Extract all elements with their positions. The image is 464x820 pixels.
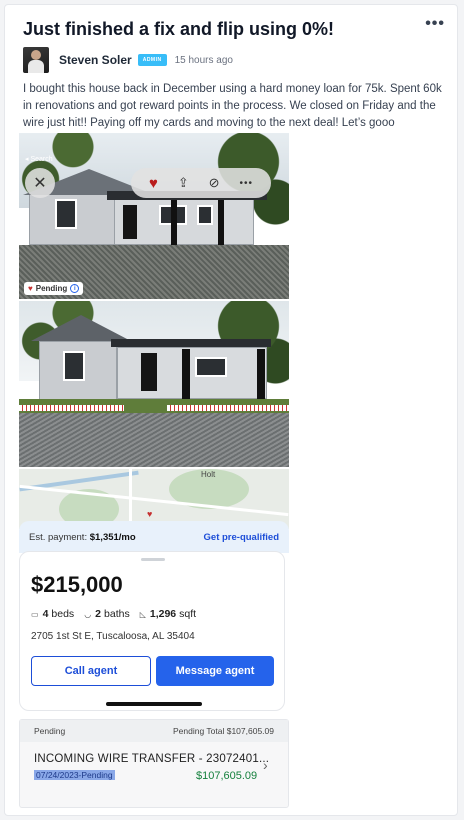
admin-badge: ADMIN [137, 54, 167, 66]
listing-map[interactable]: Holt ♥ [19, 469, 289, 529]
baths-label: baths [104, 608, 130, 620]
call-agent-button[interactable]: Call agent [31, 656, 151, 686]
house-photo-side [19, 301, 289, 467]
listing-screenshot: ◂ Search ✕ ♥ ⇪ ⊘ ••• ♥ Pending i Holt ♥ … [19, 133, 289, 711]
bank-pending-total: Pending Total $107,605.09 [173, 726, 274, 736]
listing-facts: ▭ 4 beds ◡ 2 baths ◺ 1,296 sqft [31, 608, 206, 620]
chevron-right-icon[interactable]: › [263, 757, 268, 773]
payment-label: Est. payment: [29, 531, 88, 543]
beds-fact: ▭ 4 beds [31, 608, 74, 620]
post-time: 15 hours ago [174, 54, 233, 66]
payment-value: $1,351/mo [89, 531, 136, 543]
heart-icon[interactable]: ♥ [149, 175, 158, 192]
listing-price: $215,000 [31, 572, 123, 597]
baths-value: 2 [95, 608, 102, 620]
photo-actions: ♥ ⇪ ⊘ ••• [131, 168, 271, 198]
post-body: I bought this house back in December usi… [23, 83, 442, 129]
share-icon[interactable]: ⇪ [178, 175, 189, 191]
payment-estimate: Est. payment: $1,351/mo [29, 532, 136, 543]
prequalify-link[interactable]: Get pre-qualified [204, 532, 279, 543]
avatar[interactable] [23, 47, 49, 73]
transaction-description[interactable]: INCOMING WIRE TRANSFER - 23072401... [34, 753, 269, 765]
status-chip[interactable]: ♥ Pending i [24, 282, 84, 295]
beds-value: 4 [42, 608, 49, 620]
close-icon[interactable]: ✕ [25, 168, 55, 198]
bank-status: Pending [34, 726, 66, 736]
beds-label: beds [51, 608, 75, 620]
house-photo-front: ◂ Search ✕ ♥ ⇪ ⊘ ••• ♥ Pending i [19, 133, 289, 299]
info-icon[interactable]: i [70, 284, 80, 293]
bath-icon: ◡ [84, 609, 92, 619]
listing-address: 2705 1st St E, Tuscaloosa, AL 35404 [31, 631, 195, 642]
bank-transaction-screenshot: Pending Pending Total $107,605.09 INCOMI… [19, 719, 289, 808]
message-agent-button[interactable]: Message agent [156, 656, 274, 686]
sqft-value: 1,296 [149, 608, 177, 620]
map-place-label: Holt [201, 470, 216, 479]
heart-icon: ♥ [28, 284, 33, 293]
sheet-grabber[interactable] [141, 558, 165, 561]
transaction-date: 07/24/2023-Pending [34, 770, 115, 780]
baths-fact: ◡ 2 baths [84, 608, 130, 620]
payment-bar: Est. payment: $1,351/mo Get pre-qualifie… [19, 521, 289, 553]
more-options-icon[interactable]: ••• [425, 15, 445, 33]
map-pin-icon[interactable]: ♥ [147, 509, 152, 519]
home-indicator [106, 702, 202, 706]
bank-header: Pending Pending Total $107,605.09 [20, 720, 288, 742]
search-back-label[interactable]: ◂ Search [25, 155, 53, 163]
sqft-icon: ◺ [139, 609, 146, 619]
post-title: Just finished a fix and flip using 0%! [23, 19, 335, 39]
author-row: Steven Soler ADMIN 15 hours ago [23, 47, 233, 73]
block-icon[interactable]: ⊘ [209, 175, 220, 191]
more-icon[interactable]: ••• [240, 178, 254, 189]
sqft-label: sqft [179, 608, 197, 620]
listing-details: $215,000 ▭ 4 beds ◡ 2 baths ◺ 1,296 sqft… [19, 551, 285, 711]
author-name[interactable]: Steven Soler [59, 53, 132, 67]
bed-icon: ▭ [31, 609, 39, 619]
sqft-fact: ◺ 1,296 sqft [140, 608, 196, 620]
transaction-amount: $107,605.09 [196, 770, 258, 782]
status-chip-label: Pending [35, 284, 68, 293]
